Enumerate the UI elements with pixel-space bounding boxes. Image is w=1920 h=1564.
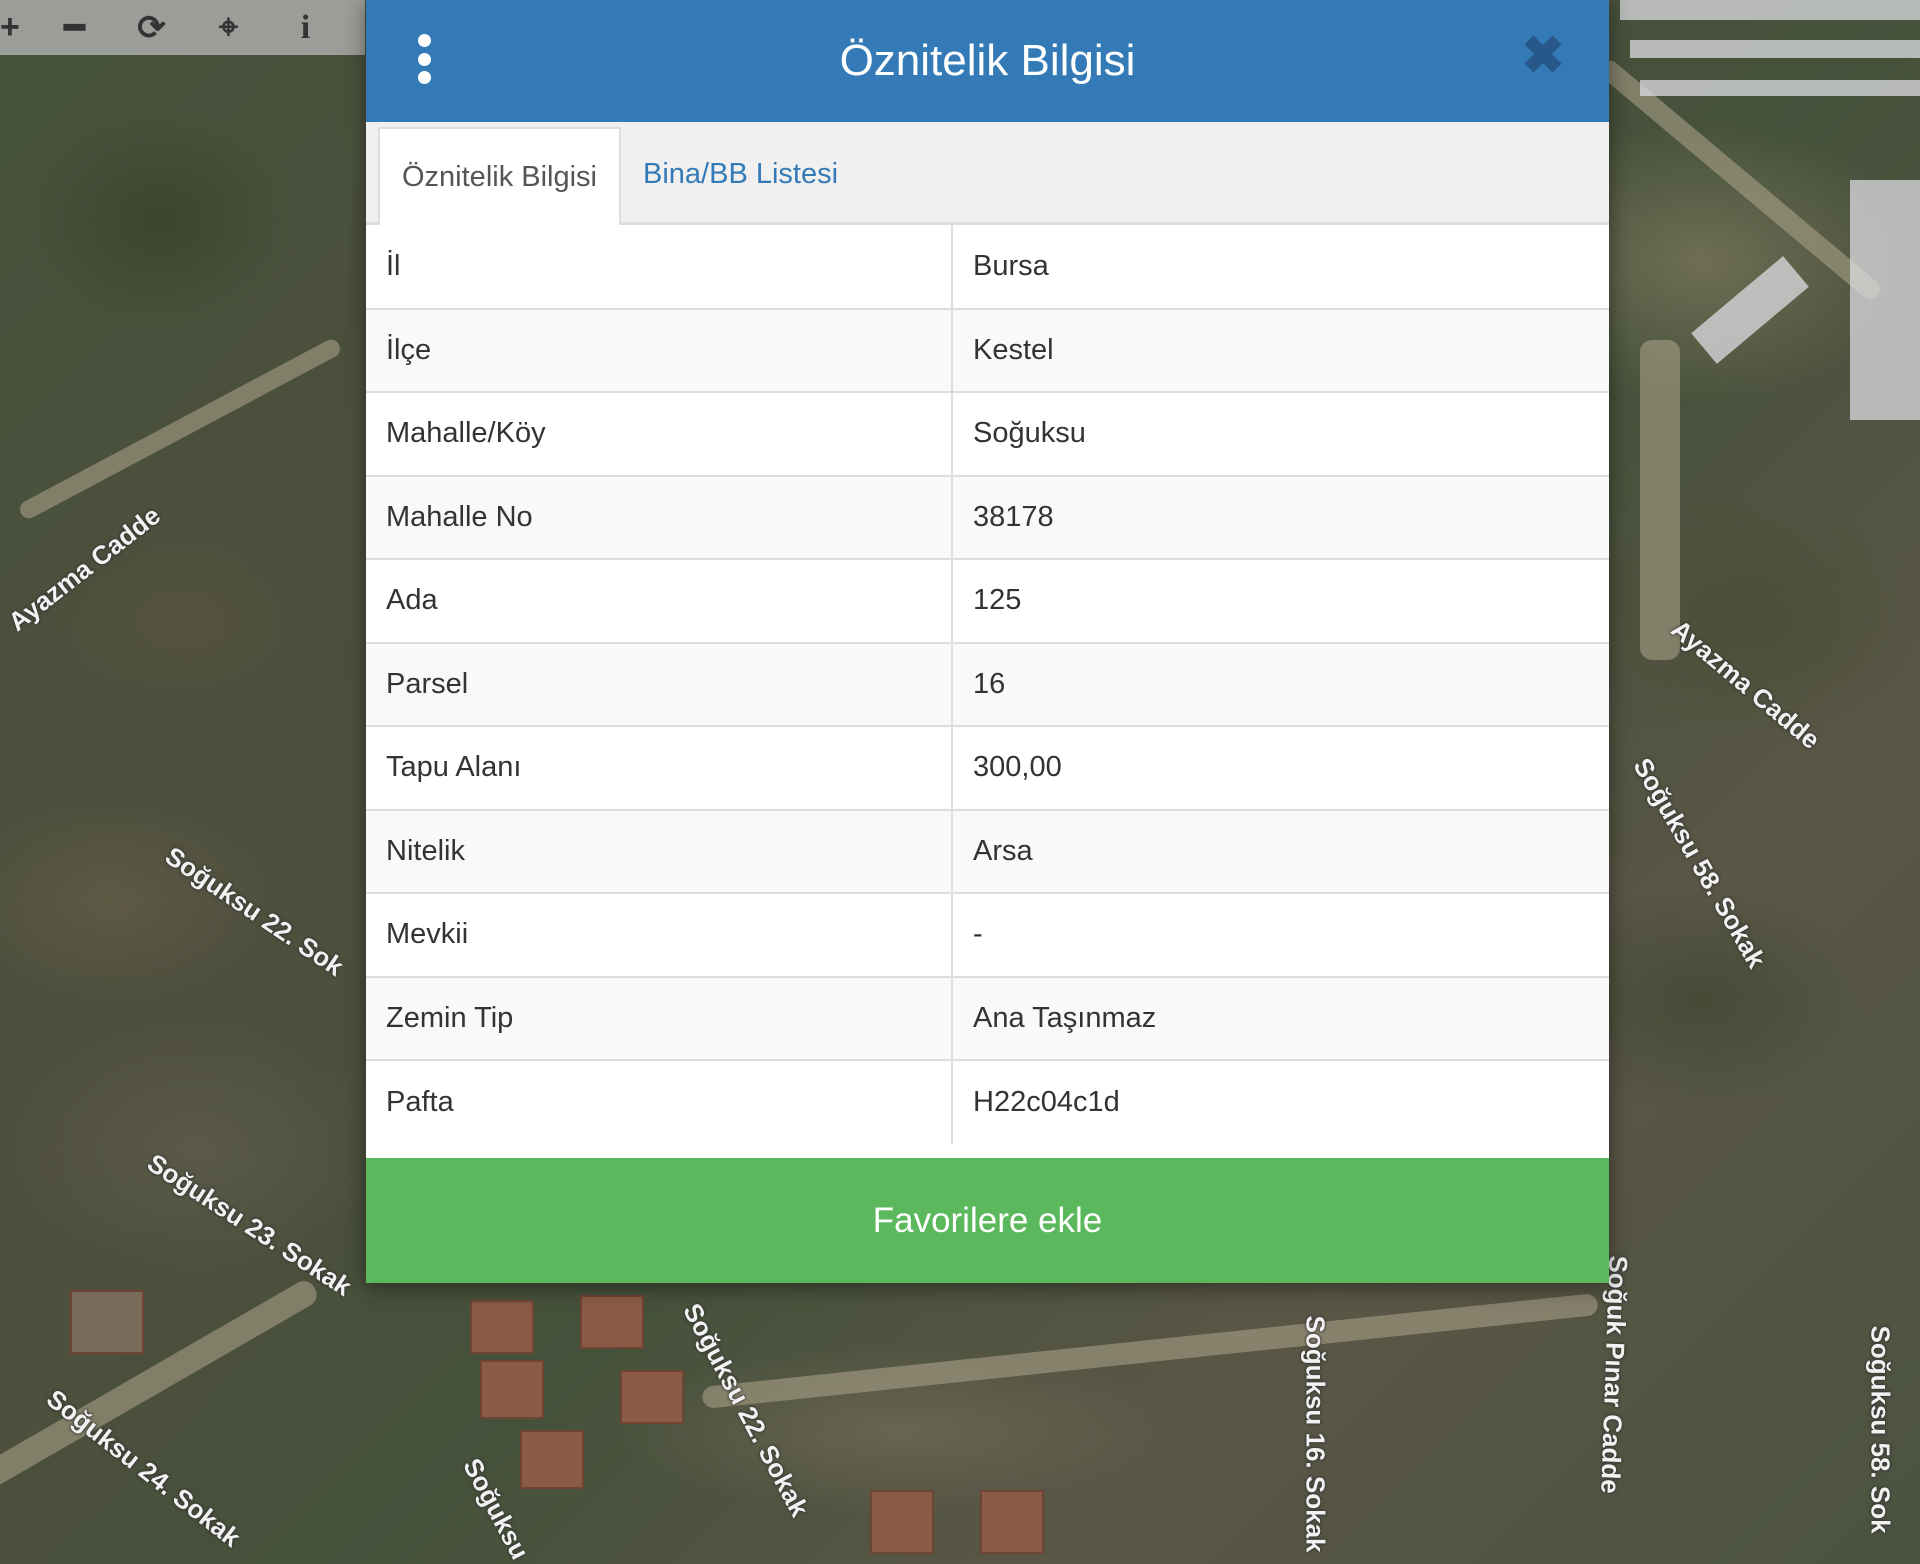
table-row: İl Bursa [366,225,1609,309]
attribute-value: - [952,892,1609,977]
table-row: İlçe Kestel [366,307,1609,392]
map-road [0,1276,322,1490]
locate-icon[interactable]: ⌖ [190,0,267,55]
table-row: Mevkii - [366,892,1609,977]
map-building [980,1490,1044,1554]
zoom-out-icon[interactable]: ━ [36,0,113,55]
map-building [470,1300,534,1354]
menu-dot [417,52,431,66]
table-row: Zemin Tip Ana Taşınmaz [366,975,1609,1060]
map-road [16,336,344,522]
table-row: Pafta H22c04c1d [366,1059,1609,1144]
table-row: Mahalle No 38178 [366,474,1609,559]
table-row: Parsel 16 [366,641,1609,726]
attribute-value: Arsa [952,808,1609,893]
attribute-key: Mevkii [366,892,953,977]
map-greenhouse [1850,180,1920,420]
tab-bar: Öznitelik Bilgisi Bina/BB Listesi [366,122,1609,225]
attribute-key: Zemin Tip [366,975,953,1060]
vertical-menu-icon[interactable] [416,34,432,84]
menu-dot [417,34,431,47]
map-building [870,1490,934,1554]
attribute-value: H22c04c1d [952,1059,1609,1144]
attribute-key: Mahalle No [366,474,953,559]
street-label: Soğuksu 22. Sokak [677,1298,815,1522]
attribute-key: Ada [366,558,953,643]
map-toolbar: + ━ ⟳ ⌖ i [0,0,365,55]
attribute-value: 125 [952,558,1609,643]
attribute-key: Tapu Alanı [366,725,953,810]
map-building [480,1360,544,1419]
map-building [70,1290,144,1354]
map-road [701,1293,1599,1409]
map-building [580,1295,644,1349]
street-label: Soğuksu 23. Sokak [142,1147,358,1302]
street-label: Soğuksu 58. Sokak [1627,752,1772,973]
tab-attribute-info[interactable]: Öznitelik Bilgisi [378,127,621,225]
street-label: Soğuksu 16. Sokak [1300,1315,1331,1553]
attribute-value: 16 [952,641,1609,726]
attribute-value: Bursa [973,249,1049,282]
map-building [620,1370,684,1424]
street-label: Soğuk Pınar Cadde [1595,1254,1634,1495]
attribute-table: İl Bursa İlçe Kestel Mahalle/Köy Soğuksu… [366,225,1609,1144]
map-building [520,1430,584,1489]
street-label: Ayazma Cadde [1665,613,1826,755]
map-greenhouse [1630,40,1920,58]
street-label: Soğuksu 22. Sok [159,840,350,982]
attribute-key: Parsel [366,641,953,726]
tab-building-list[interactable]: Bina/BB Listesi [621,127,860,222]
refresh-icon[interactable]: ⟳ [113,0,190,55]
attribute-value: 300,00 [952,725,1609,810]
attribute-key: Mahalle/Köy [366,391,953,476]
table-row: Nitelik Arsa [366,808,1609,893]
street-label: Soğuksu 24. Sokak [41,1383,247,1553]
map-road [1640,340,1680,660]
map-greenhouse [1620,0,1920,20]
street-label: Ayazma Cadde [2,500,166,637]
menu-dot [417,71,431,84]
attribute-value: 38178 [952,474,1609,559]
table-row: Ada 125 [366,558,1609,643]
close-icon[interactable]: ✖ [1517,30,1569,82]
attribute-value: Ana Taşınmaz [952,975,1609,1060]
dialog-title: Öznitelik Bilgisi [839,36,1136,85]
map-greenhouse [1640,80,1920,96]
attribute-key: İlçe [366,307,953,392]
attribute-value: Kestel [952,307,1609,392]
table-row: Tapu Alanı 300,00 [366,725,1609,810]
attribute-dialog: Öznitelik Bilgisi ✖ Öznitelik Bilgisi Bi… [366,0,1609,1283]
attribute-key: İl [366,225,953,309]
zoom-in-icon[interactable]: + [0,0,36,55]
map-greenhouse [1691,256,1809,364]
street-label: Soğuksu 58. Sok [1865,1325,1896,1534]
info-icon[interactable]: i [267,0,344,55]
attribute-key: Pafta [366,1059,953,1144]
attribute-key: Nitelik [366,808,953,893]
attribute-value: Soğuksu [952,391,1609,476]
table-row: Mahalle/Köy Soğuksu [366,391,1609,476]
dialog-header: Öznitelik Bilgisi ✖ [366,0,1609,122]
add-to-favorites-button[interactable]: Favorilere ekle [366,1158,1609,1283]
